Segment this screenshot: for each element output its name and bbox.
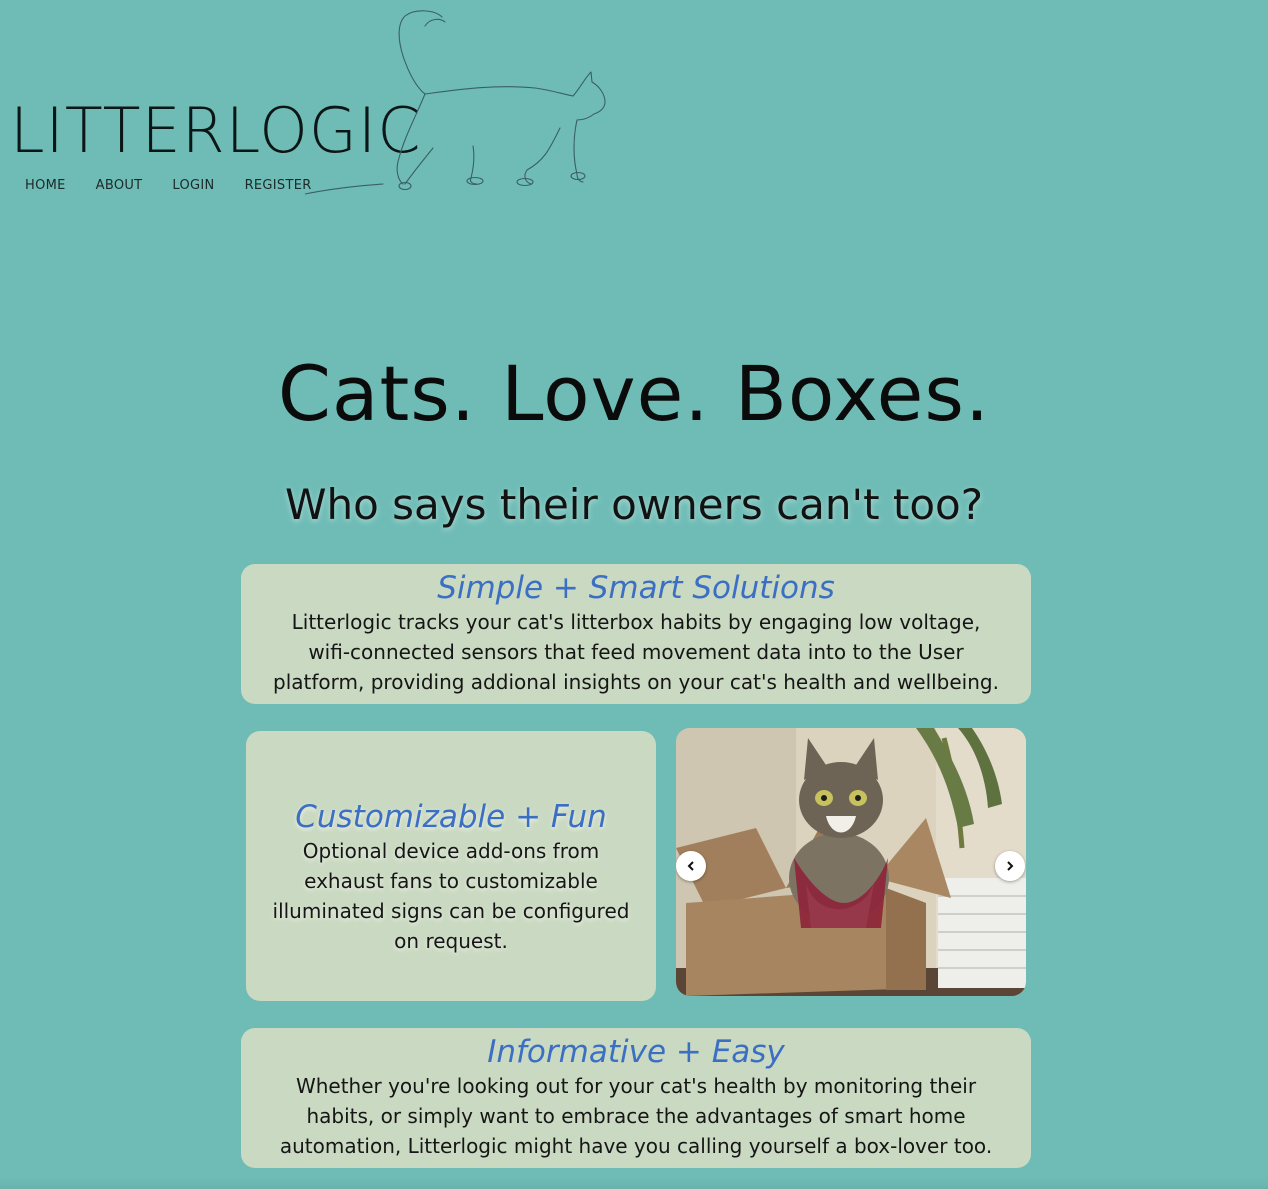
feature-title-simple: Simple + Smart Solutions: [437, 570, 835, 606]
chevron-left-icon: [687, 861, 694, 871]
carousel-prev-button[interactable]: [676, 851, 706, 881]
walking-cat-icon: [305, 10, 606, 195]
feature-title-custom: Customizable + Fun: [295, 799, 607, 835]
feature-card-custom: Customizable + Fun Optional device add-o…: [246, 731, 656, 1001]
hero-title: Cats. Love. Boxes.: [277, 349, 991, 438]
feature-title-info: Informative + Easy: [487, 1034, 785, 1070]
hero-subtitle: Who says their owners can't too?: [284, 480, 984, 529]
nav-register-link[interactable]: REGISTER: [245, 178, 312, 193]
feature-card-simple: Simple + Smart Solutions Litterlogic tra…: [241, 564, 1031, 704]
nav-about-link[interactable]: ABOUT: [96, 178, 143, 193]
nav-login-link[interactable]: LOGIN: [172, 178, 214, 193]
feature-card-info: Informative + Easy Whether you're lookin…: [241, 1028, 1031, 1168]
cat-in-box-photo: [676, 728, 1026, 996]
feature-body-simple: Litterlogic tracks your cat's litterbox …: [273, 610, 999, 695]
main-nav: HOME ABOUT LOGIN REGISTER: [25, 178, 312, 193]
nav-home-link[interactable]: HOME: [25, 178, 66, 193]
chevron-right-icon: [1007, 861, 1014, 871]
page-bottom-edge: [0, 1176, 1268, 1189]
feature-body-info: Whether you're looking out for your cat'…: [279, 1074, 993, 1159]
page: LITTERLOGIC HOME ABOUT LOGIN REGISTER Ca…: [0, 0, 1268, 1189]
carousel-next-button[interactable]: [995, 851, 1025, 881]
feature-body-custom: Optional device add-ons from exhaust fan…: [272, 839, 630, 954]
image-carousel: [676, 728, 1026, 996]
